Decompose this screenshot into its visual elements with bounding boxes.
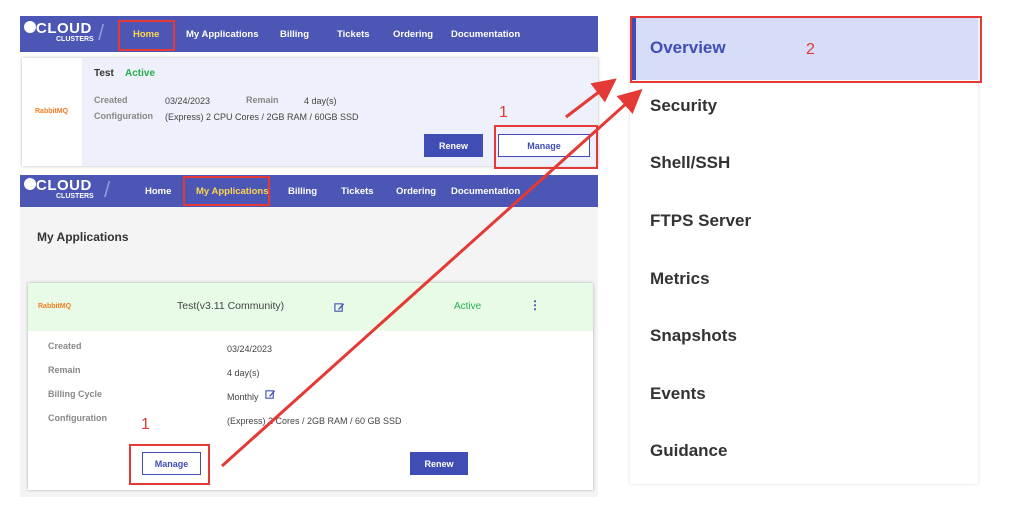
arrow-top-to-overview: [565, 78, 617, 119]
annotation-arrows: [220, 78, 643, 468]
arrow-bottom-to-overview: [220, 88, 643, 468]
